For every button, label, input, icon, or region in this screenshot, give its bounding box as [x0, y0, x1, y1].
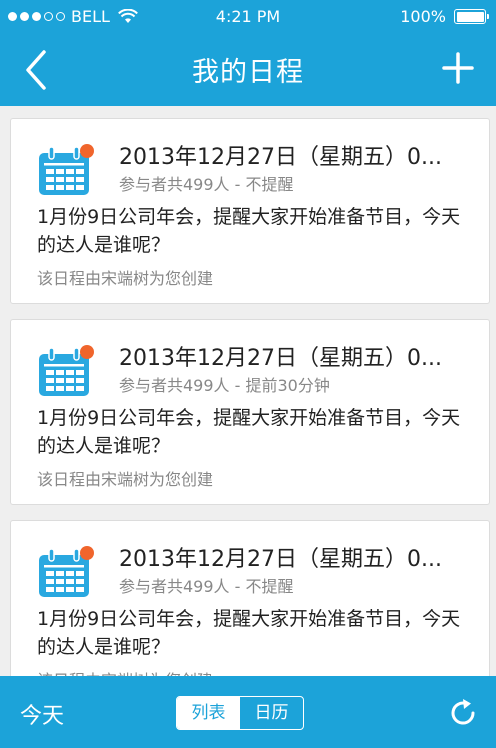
- schedule-card[interactable]: 2013年12月27日（星期五）0... 参与者共499人 - 不提醒 1月份9…: [10, 520, 490, 676]
- refresh-button[interactable]: [446, 696, 480, 730]
- today-button[interactable]: 今天: [20, 698, 64, 730]
- view-switcher: 列表 日历: [176, 696, 304, 730]
- notification-dot: [80, 546, 94, 560]
- battery-icon: [454, 9, 489, 24]
- schedule-meta: 参与者共499人 - 提前30分钟: [119, 376, 330, 395]
- calendar-icon: [39, 546, 94, 597]
- schedule-date: 2013年12月27日（星期五）0...: [119, 346, 442, 371]
- nav-bar: 我的日程: [0, 34, 496, 106]
- schedule-date: 2013年12月27日（星期五）0...: [119, 145, 442, 170]
- tab-calendar[interactable]: 日历: [240, 697, 303, 729]
- schedule-card[interactable]: 2013年12月27日（星期五）0... 参与者共499人 - 不提醒 1月份9…: [10, 118, 490, 304]
- battery-area: 100%: [400, 7, 489, 26]
- status-bar: BELL 4:21 PM 100%: [0, 0, 496, 34]
- calendar-icon: [39, 345, 94, 396]
- page-title: 我的日程: [192, 57, 304, 88]
- schedule-meta: 参与者共499人 - 不提醒: [119, 577, 294, 596]
- schedule-list[interactable]: 2013年12月27日（星期五）0... 参与者共499人 - 不提醒 1月份9…: [0, 106, 496, 676]
- calendar-icon: [39, 144, 94, 195]
- bottom-toolbar: 今天 列表 日历: [0, 676, 496, 748]
- add-schedule-button[interactable]: [438, 48, 478, 92]
- schedule-creator: 该日程由宋端树为您创建: [37, 269, 214, 288]
- refresh-icon: [451, 699, 475, 725]
- plus-icon: [442, 52, 474, 84]
- header: BELL 4:21 PM 100% 我的日程: [0, 0, 496, 106]
- schedule-description: 1月份9日公司年会，提醒大家开始准备节目，今天的达人是谁呢？: [37, 407, 461, 457]
- schedule-creator: 该日程由宋端树为您创建: [37, 470, 214, 489]
- schedule-card[interactable]: 2013年12月27日（星期五）0... 参与者共499人 - 提前30分钟 1…: [10, 319, 490, 505]
- battery-percentage: 100%: [400, 7, 446, 26]
- notification-dot: [80, 144, 94, 158]
- tab-list[interactable]: 列表: [177, 697, 240, 729]
- schedule-creator: 该日程由宋端树为您创建: [37, 667, 213, 676]
- notification-dot: [80, 345, 94, 359]
- schedule-description: 1月份9日公司年会，提醒大家开始准备节目，今天的达人是谁呢？: [37, 206, 461, 256]
- schedule-date: 2013年12月27日（星期五）0...: [119, 547, 442, 572]
- schedule-description: 1月份9日公司年会，提醒大家开始准备节目，今天的达人是谁呢？: [37, 608, 461, 658]
- schedule-meta: 参与者共499人 - 不提醒: [119, 175, 294, 194]
